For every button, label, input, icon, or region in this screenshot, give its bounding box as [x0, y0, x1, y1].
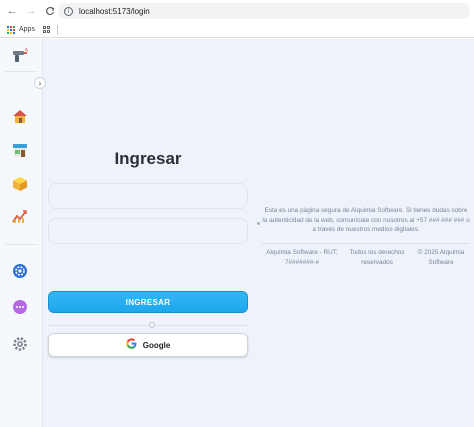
house-icon-svg: [13, 110, 27, 123]
gear-icon[interactable]: [11, 335, 29, 353]
apps-label[interactable]: Apps: [19, 26, 35, 33]
bookmarks-divider: [56, 24, 58, 35]
footer-company: Alquimia Software - RUT: 7#######-#: [266, 249, 338, 266]
sidebar-divider: [4, 71, 38, 72]
google-button-label: Google: [142, 340, 171, 350]
more-icon-svg: [13, 300, 27, 314]
shop-icon-svg: [13, 144, 27, 157]
box-icon-svg: [13, 177, 27, 191]
tab-groups-icon[interactable]: [42, 25, 51, 34]
divider-line: [48, 325, 248, 326]
footer: Alquimia Software - RUT: 7#######-# Todo…: [262, 248, 470, 267]
forward-arrow-icon[interactable]: →: [24, 4, 38, 18]
browser-toolbar: ← → i localhost:5173/login: [0, 0, 474, 22]
settings-icon[interactable]: [11, 262, 29, 280]
footer-bullet: [257, 222, 260, 225]
url-text[interactable]: localhost:5173/login: [79, 7, 150, 16]
apps-grid-icon[interactable]: [7, 25, 15, 34]
chart-icon[interactable]: [11, 207, 29, 225]
back-arrow-icon[interactable]: ←: [5, 4, 19, 18]
app-viewport: › Ingresar INGRESAR Google Esta es una p…: [0, 39, 474, 427]
username-field[interactable]: [48, 183, 248, 209]
footer-copyright: © 2025 Alquimia Software: [417, 249, 465, 266]
login-submit-button[interactable]: INGRESAR: [48, 291, 248, 313]
address-bar[interactable]: i localhost:5173/login: [58, 3, 470, 19]
box-icon[interactable]: [11, 175, 29, 193]
security-notice: Esta es una página segura de Alquimia So…: [262, 207, 470, 234]
google-login-button[interactable]: Google: [48, 333, 248, 357]
sidebar: [0, 39, 43, 427]
bookmarks-bar: Apps: [0, 22, 474, 38]
sidebar-collapse-button[interactable]: ›: [34, 77, 46, 89]
password-field[interactable]: [48, 218, 248, 244]
footer-divider: [262, 243, 470, 244]
reload-icon[interactable]: [43, 4, 57, 18]
reload-icon-glyph: [46, 6, 55, 16]
gun-icon-svg: [13, 47, 29, 62]
site-info-icon[interactable]: i: [64, 6, 73, 16]
house-icon[interactable]: [11, 107, 29, 125]
divider-dot: [149, 322, 155, 328]
sidebar-divider: [4, 244, 38, 245]
gun-icon[interactable]: [11, 47, 29, 65]
shop-icon[interactable]: [11, 141, 29, 159]
more-icon[interactable]: [11, 298, 29, 316]
chart-icon-svg: [12, 210, 27, 223]
google-icon-svg: [125, 338, 137, 349]
google-icon: [125, 336, 137, 354]
settings-icon-svg: [13, 264, 27, 278]
footer-rights: Todos los derechos reservados: [349, 249, 405, 266]
gear-icon-svg: [13, 337, 27, 351]
page-title: Ingresar: [114, 149, 182, 168]
